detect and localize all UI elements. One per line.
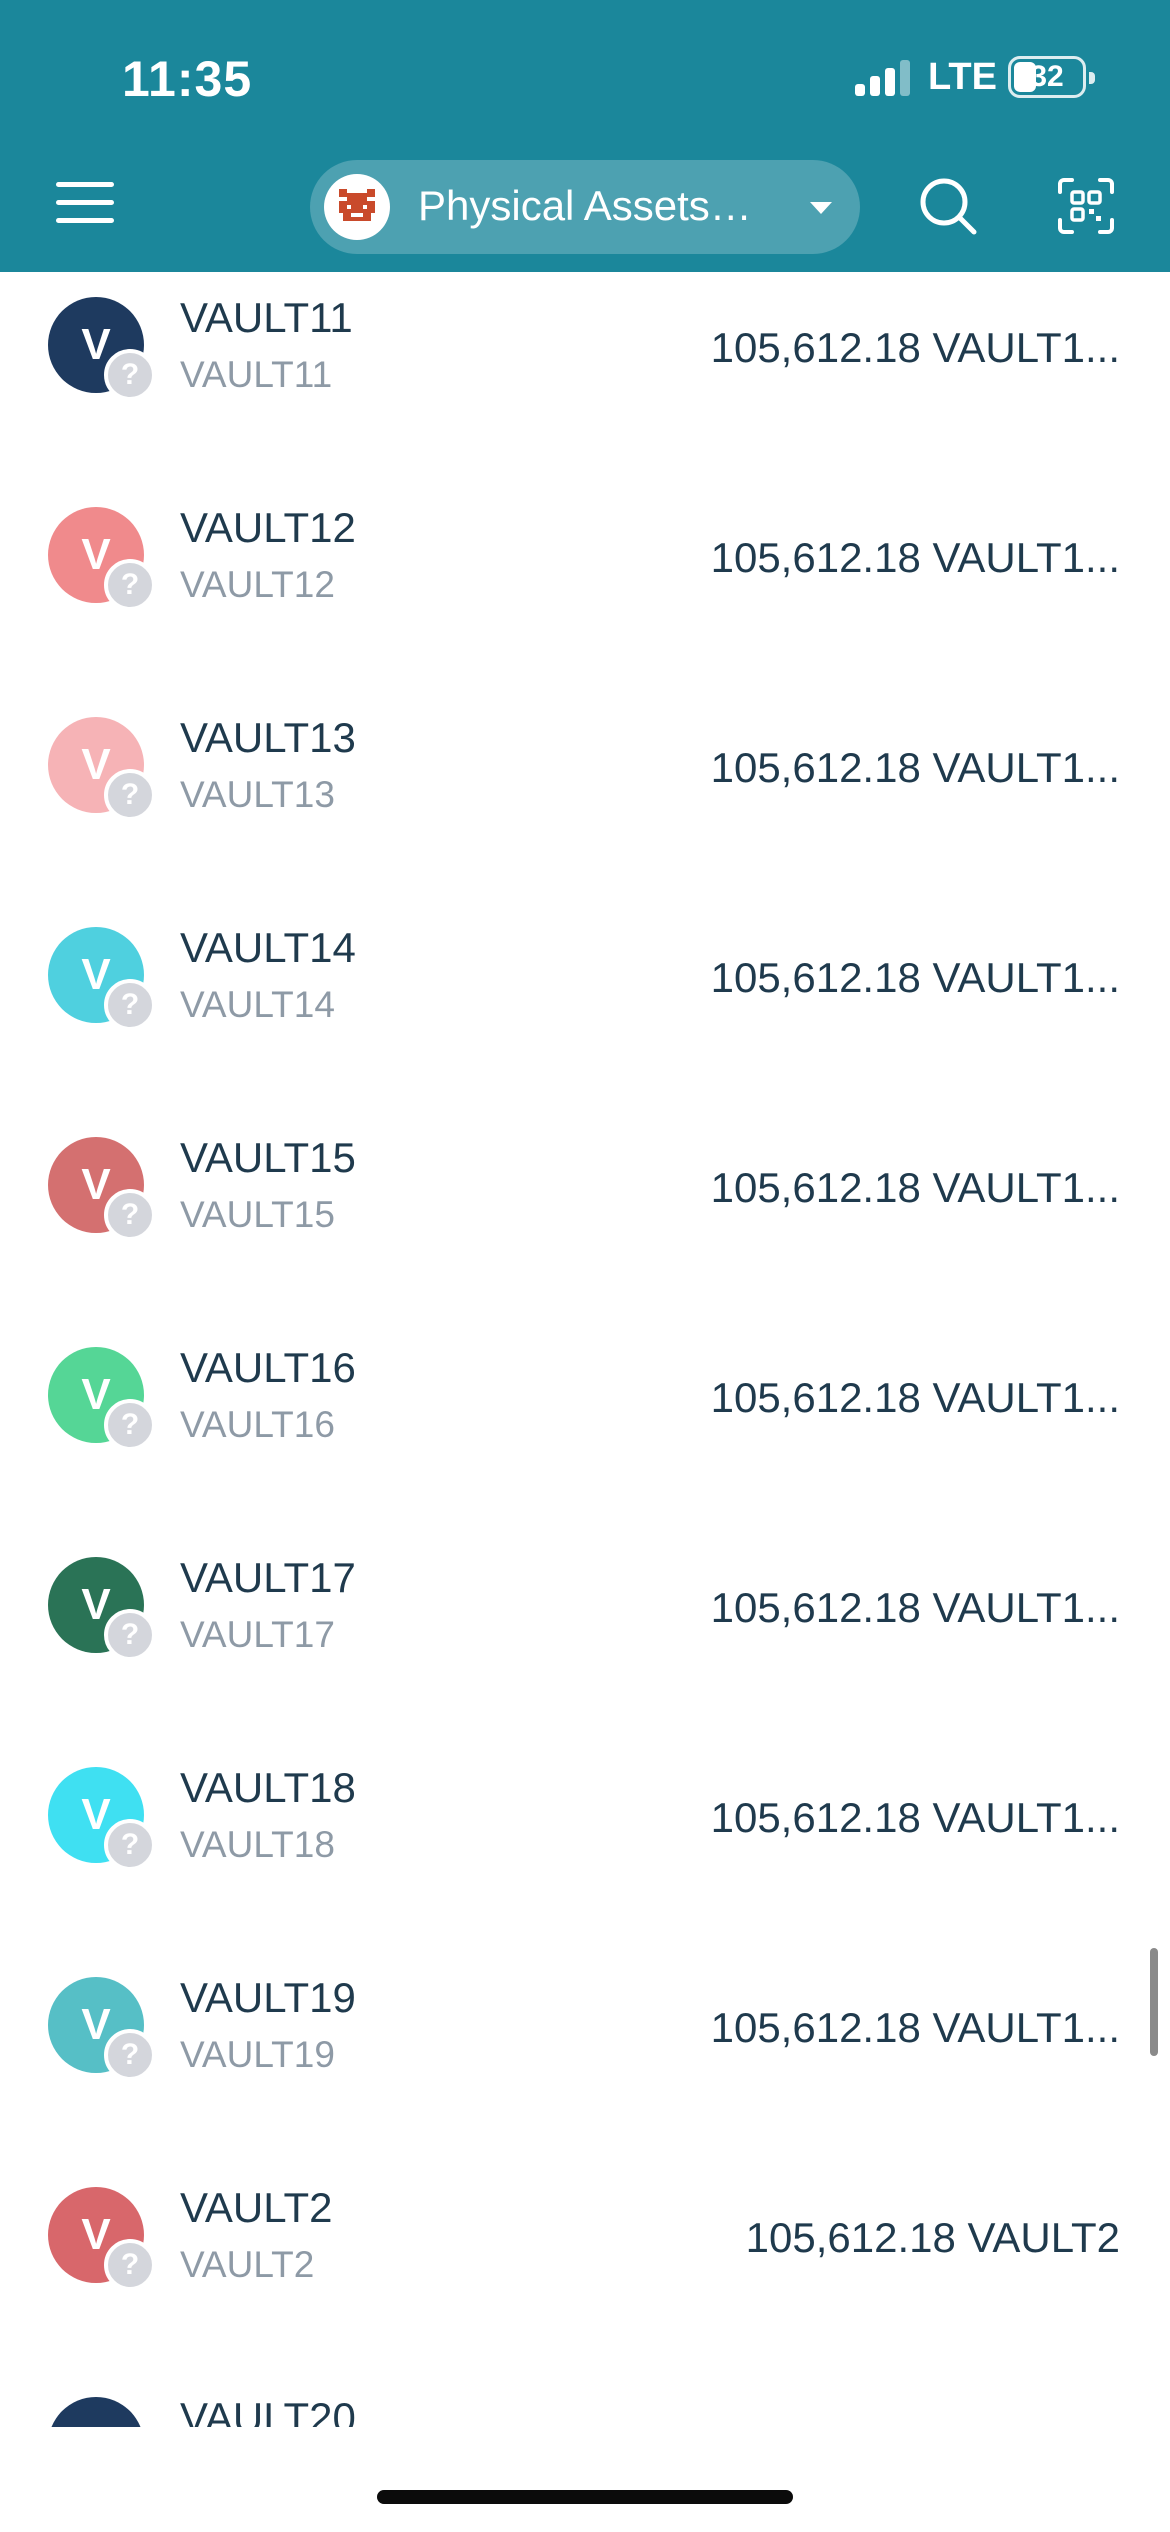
token-balance: 105,612.18 VAULT1... [710,2004,1120,2051]
token-balance: 105,612.18 VAULT1... [710,1374,1120,1421]
unknown-token-icon: ? [104,2239,156,2291]
list-item[interactable]: V ? VAULT11 VAULT11 105,612.18 VAULT1... [0,272,1170,482]
menu-button[interactable] [56,178,114,228]
token-balance: 105,612.18 VAULT1... [710,324,1120,371]
token-balance: 105,612.18 VAULT1... [710,534,1120,581]
list-item[interactable]: V VAULT20 [0,2372,1170,2427]
unknown-token-icon: ? [104,1399,156,1451]
token-balance: 105,612.18 VAULT2 [745,2214,1120,2261]
token-name: VAULT11 [180,294,353,341]
token-symbol: VAULT12 [180,564,335,605]
token-balance: 105,612.18 VAULT1... [710,1584,1120,1631]
app-header: 11:35 LTE 32 Physical Assets… [0,0,1170,272]
status-time: 11:35 [122,51,253,107]
token-symbol: VAULT14 [180,984,335,1025]
list-item[interactable]: V ? VAULT18 VAULT18 105,612.18 VAULT1... [0,1742,1170,1952]
token-balance: 105,612.18 VAULT1... [710,1794,1120,1841]
token-symbol: VAULT19 [180,2034,335,2075]
unknown-token-icon: ? [104,1609,156,1661]
battery-level: 32 [1030,60,1064,93]
list-item[interactable]: V ? VAULT14 VAULT14 105,612.18 VAULT1... [0,902,1170,1112]
qr-scan-button[interactable] [1056,176,1116,236]
token-list[interactable]: V ? VAULT11 VAULT11 105,612.18 VAULT1...… [0,272,1170,2427]
token-name: VAULT17 [180,1554,356,1601]
token-avatar: V [48,2397,144,2427]
unknown-token-icon: ? [104,349,156,401]
list-item[interactable]: V ? VAULT2 VAULT2 105,612.18 VAULT2 [0,2162,1170,2372]
token-name: VAULT15 [180,1134,356,1181]
token-name: VAULT2 [180,2184,333,2231]
token-name: VAULT19 [180,1974,356,2021]
list-item[interactable]: V ? VAULT12 VAULT12 105,612.18 VAULT1... [0,482,1170,692]
token-symbol: VAULT13 [180,774,335,815]
qr-scan-icon [1058,178,1114,234]
search-icon [920,178,977,235]
unknown-token-icon: ? [104,559,156,611]
unknown-token-icon: ? [104,979,156,1031]
list-item[interactable]: V ? VAULT19 VAULT19 105,612.18 VAULT1... [0,1952,1170,2162]
token-balance: 105,612.18 VAULT1... [710,744,1120,791]
token-balance: 105,612.18 VAULT1... [710,1164,1120,1211]
unknown-token-icon: ? [104,2029,156,2081]
token-symbol: VAULT2 [180,2244,315,2285]
token-name: VAULT13 [180,714,356,761]
search-button[interactable] [918,176,978,236]
token-name: VAULT12 [180,504,356,551]
token-symbol: VAULT11 [180,354,333,395]
token-symbol: VAULT17 [180,1614,335,1655]
list-item[interactable]: V ? VAULT17 VAULT17 105,612.18 VAULT1... [0,1532,1170,1742]
network-selector[interactable]: Physical Assets… [310,160,860,254]
network-type: LTE [928,56,997,98]
status-bar: 11:35 LTE 32 [0,0,1170,150]
token-symbol: VAULT16 [180,1404,335,1445]
network-name: Physical Assets… [418,182,752,229]
list-item[interactable]: V ? VAULT16 VAULT16 105,612.18 VAULT1... [0,1322,1170,1532]
home-indicator[interactable] [377,2490,793,2504]
unknown-token-icon: ? [104,1819,156,1871]
network-logo-icon [324,174,390,240]
chevron-down-icon [810,202,832,214]
token-name: VAULT16 [180,1344,356,1391]
token-symbol: VAULT18 [180,1824,335,1865]
list-item[interactable]: V ? VAULT15 VAULT15 105,612.18 VAULT1... [0,1112,1170,1322]
hamburger-menu-icon [56,182,114,187]
token-balance: 105,612.18 VAULT1... [710,954,1120,1001]
token-name: VAULT18 [180,1764,356,1811]
unknown-token-icon: ? [104,769,156,821]
token-symbol: VAULT15 [180,1194,335,1235]
cellular-signal-icon [855,60,915,96]
unknown-token-icon: ? [104,1189,156,1241]
token-name: VAULT14 [180,924,356,971]
scrollbar[interactable] [1150,1948,1158,2056]
battery-icon: 32 [1008,56,1095,98]
list-item[interactable]: V ? VAULT13 VAULT13 105,612.18 VAULT1... [0,692,1170,902]
token-name: VAULT20 [180,2394,356,2427]
